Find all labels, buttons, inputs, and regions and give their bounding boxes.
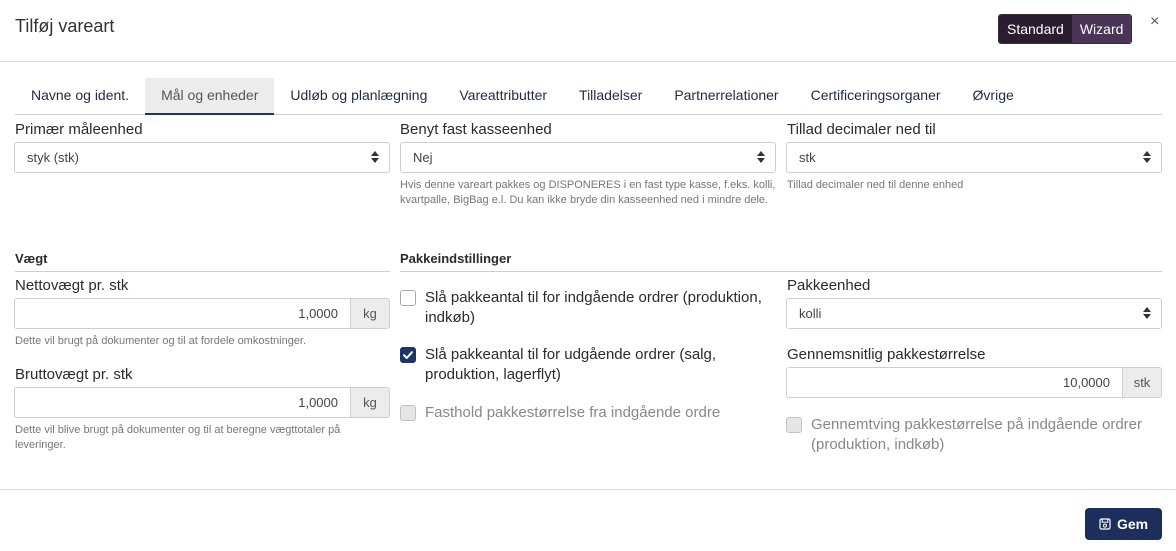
avg-package-label: Gennemsnitlig pakkestørrelse (787, 346, 986, 363)
net-weight-help: Dette vil brugt på dokumenter og til at … (15, 335, 307, 347)
tab-bar: Navne og ident. Mål og enheder Udløb og … (15, 78, 1162, 115)
decimals-select[interactable]: stk (786, 142, 1162, 173)
tab-other[interactable]: Øvrige (957, 78, 1030, 115)
keep-package-checkbox-row[interactable]: Fasthold pakkestørrelse fra indgående or… (400, 403, 776, 423)
net-weight-field: 1,0000 kg (14, 298, 390, 329)
mode-toggle: Standard Wizard (998, 14, 1133, 44)
primary-unit-value: styk (stk) (27, 150, 79, 165)
dialog-header: Tilføj vareart Standard Wizard × (0, 0, 1176, 62)
primary-unit-select[interactable]: styk (stk) (14, 142, 390, 173)
select-caret-icon (1143, 307, 1151, 319)
decimals-label: Tillad decimaler ned til (787, 121, 936, 138)
keep-package-checkbox[interactable] (400, 405, 416, 421)
dialog-footer: Gem (0, 489, 1176, 551)
outgoing-package-checkbox-row[interactable]: Slå pakkeantal til for udgående ordrer (… (400, 345, 776, 385)
outgoing-package-label: Slå pakkeantal til for udgående ordrer (… (425, 346, 717, 383)
tab-names[interactable]: Navne og ident. (15, 78, 145, 115)
package-unit-select[interactable]: kolli (786, 298, 1162, 329)
fixed-box-label: Benyt fast kasseenhed (400, 121, 552, 138)
checkmark-icon (403, 351, 413, 359)
dialog-title: Tilføj vareart (15, 16, 115, 36)
decimals-help: Tillad decimaler ned til denne enhed (787, 179, 964, 191)
net-weight-label: Nettovægt pr. stk (15, 277, 129, 294)
tab-certification[interactable]: Certificeringsorganer (795, 78, 957, 115)
package-section-title: Pakkeindstillinger (400, 251, 1162, 272)
gross-weight-help: Dette vil blive brugt på dokumenter og t… (15, 424, 341, 451)
tab-expiry[interactable]: Udløb og planlægning (274, 78, 443, 115)
weight-section-title: Vægt (15, 251, 390, 272)
mode-wizard-button[interactable]: Wizard (1071, 15, 1132, 43)
fixed-box-value: Nej (413, 150, 433, 165)
gross-weight-field: 1,0000 kg (14, 387, 390, 418)
incoming-package-checkbox-row[interactable]: Slå pakkeantal til for indgående ordrer … (400, 288, 776, 328)
decimals-value: stk (799, 150, 816, 165)
select-caret-icon (757, 151, 765, 163)
keep-package-label: Fasthold pakkestørrelse fra indgående or… (425, 404, 721, 421)
mode-standard-button[interactable]: Standard (999, 15, 1072, 43)
gross-weight-unit: kg (350, 387, 390, 418)
close-icon[interactable]: × (1150, 13, 1159, 31)
incoming-package-label: Slå pakkeantal til for indgående ordrer … (425, 289, 762, 326)
save-button-label: Gem (1116, 516, 1149, 532)
avg-package-input[interactable]: 10,0000 (786, 367, 1122, 398)
fixed-box-help: Hvis denne vareart pakkes og DISPONERES … (400, 179, 776, 206)
primary-unit-label: Primær måleenhed (15, 121, 143, 138)
fixed-box-select[interactable]: Nej (400, 142, 776, 173)
select-caret-icon (1143, 151, 1151, 163)
avg-package-field: 10,0000 stk (786, 367, 1162, 398)
save-icon (1099, 518, 1111, 530)
select-caret-icon (371, 151, 379, 163)
outgoing-package-checkbox[interactable] (400, 347, 416, 363)
gross-weight-label: Bruttovægt pr. stk (15, 366, 133, 383)
tab-partners[interactable]: Partnerrelationer (658, 78, 794, 115)
package-unit-value: kolli (799, 306, 822, 321)
tab-permissions[interactable]: Tilladelser (563, 78, 658, 115)
tab-units[interactable]: Mål og enheder (145, 78, 275, 115)
save-button[interactable]: Gem (1085, 508, 1162, 540)
gross-weight-input[interactable]: 1,0000 (14, 387, 350, 418)
enforce-package-label: Gennemtving pakkestørrelse på indgående … (811, 416, 1143, 453)
enforce-package-checkbox-row[interactable]: Gennemtving pakkestørrelse på indgående … (786, 415, 1162, 455)
incoming-package-checkbox[interactable] (400, 290, 416, 306)
net-weight-input[interactable]: 1,0000 (14, 298, 350, 329)
avg-package-unit: stk (1122, 367, 1162, 398)
enforce-package-checkbox[interactable] (786, 417, 802, 433)
package-unit-label: Pakkeenhed (787, 277, 871, 294)
net-weight-unit: kg (350, 298, 390, 329)
tab-attributes[interactable]: Vareattributter (443, 78, 563, 115)
